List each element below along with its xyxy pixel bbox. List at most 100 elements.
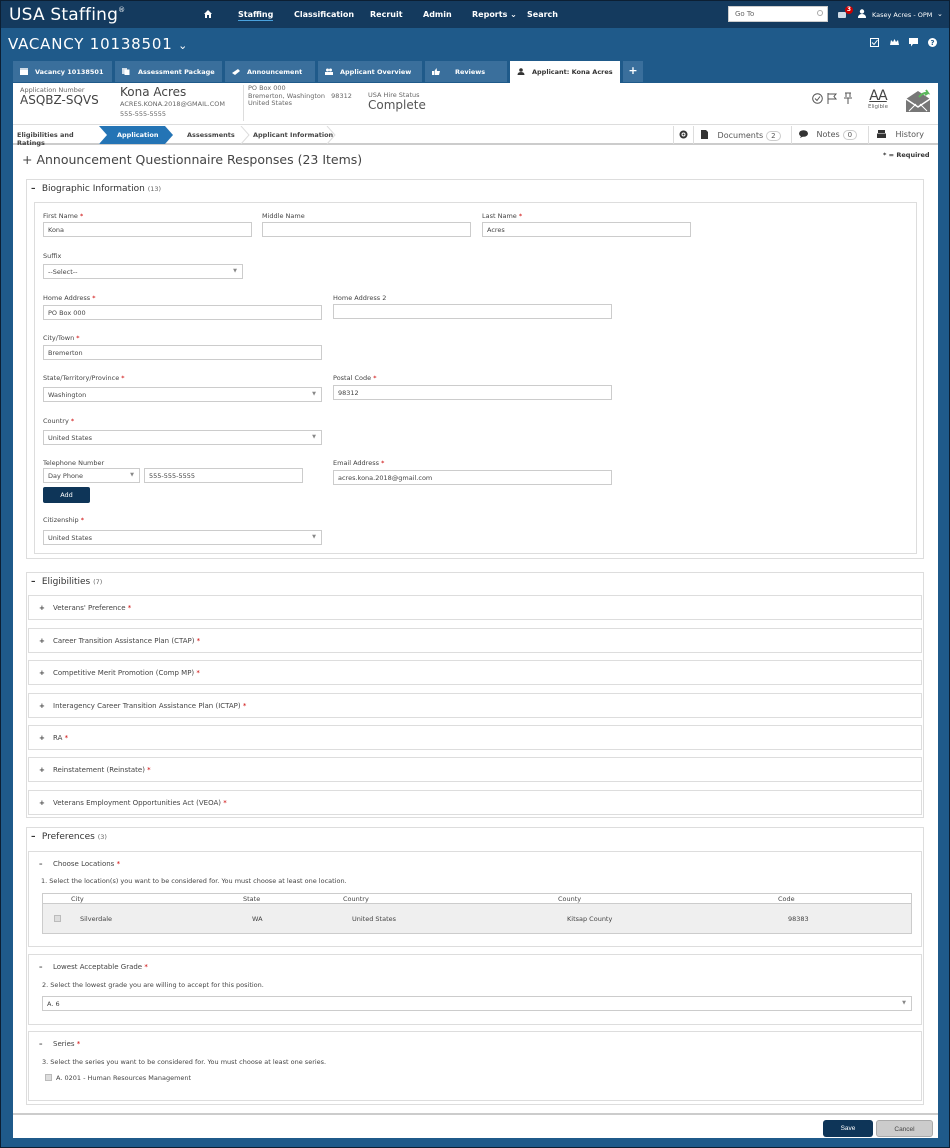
crown-icon[interactable] (890, 38, 899, 47)
brand-mark: ® (118, 6, 126, 14)
series-checkbox[interactable] (45, 1074, 52, 1081)
vacancy-title[interactable]: VACANCY 10138501 ⌄ (8, 35, 188, 53)
eligibility-item-ictap[interactable]: + Interagency Career Transition Assistanc… (28, 693, 922, 718)
top-navigation: USA Staffing® Staffing Classification Re… (1, 1, 949, 28)
nav-admin[interactable]: Admin (423, 10, 452, 19)
preferences-section-header[interactable]: – Preferences (3) (27, 832, 107, 842)
form-footer: Save Cancel (13, 1113, 938, 1138)
nav-staffing[interactable]: Staffing (238, 10, 274, 21)
eligibility-badge[interactable]: AA Eligible (868, 88, 888, 110)
chevron-down-icon[interactable]: ⌄ (937, 10, 943, 18)
flag-icon[interactable] (827, 93, 838, 104)
home-icon[interactable] (203, 9, 213, 19)
eligibility-item-ctap[interactable]: + Career Transition Assistance Plan (CTAP… (28, 628, 922, 653)
step-arrow (99, 126, 107, 144)
suffix-select[interactable]: --Select-- ▼ (43, 264, 243, 279)
state-select[interactable]: Washington ▼ (43, 387, 322, 402)
series-header[interactable]: – Series * (39, 1040, 80, 1048)
settings-button[interactable] (673, 126, 693, 144)
section-count: (13) (147, 185, 162, 193)
phone-type-select[interactable]: Day Phone ▼ (43, 468, 140, 483)
questionnaire-title[interactable]: + Announcement Questionnaire Responses (… (22, 152, 362, 167)
nav-search[interactable]: Search (527, 10, 558, 19)
nav-classification[interactable]: Classification (294, 10, 354, 19)
accordion-label: Interagency Career Transition Assistance… (53, 702, 241, 710)
email-input[interactable]: acres.kona.2018@gmail.com (333, 470, 612, 485)
eligibility-item-veoa[interactable]: + Veterans Employment Opportunities Act (… (28, 790, 922, 815)
help-icon[interactable]: ? (928, 38, 937, 47)
search-icon[interactable] (817, 10, 823, 16)
dropdown-arrow-icon: ▼ (130, 472, 134, 478)
last-name-input[interactable]: Acres (482, 222, 691, 237)
applicant-header: Application Number ASQBZ-SQVS Kona Acres… (13, 83, 938, 125)
phone-number-input[interactable]: 555-555-5555 (144, 468, 303, 483)
grade-question: 2. Select the lowest grade you are willi… (42, 981, 264, 989)
mail-icon[interactable] (838, 12, 846, 18)
country-select[interactable]: United States ▼ (43, 430, 322, 445)
email-send-icon[interactable] (905, 89, 931, 113)
documents-label: Documents (717, 131, 764, 140)
eligibility-item-comp-mp[interactable]: + Competitive Merit Promotion (Comp MP) * (28, 660, 922, 685)
location-checkbox[interactable] (54, 915, 61, 922)
save-button[interactable]: Save (823, 1120, 873, 1137)
add-tab-button[interactable]: + (623, 61, 643, 82)
postal-code-label: Postal Code * (333, 374, 377, 382)
tab-label: Assessment Package (138, 68, 215, 76)
add-phone-button[interactable]: Add (43, 487, 90, 503)
nav-reports[interactable]: Reports ⌄ (472, 10, 517, 19)
column-header-state: State (243, 895, 261, 903)
brand-logo[interactable]: USA Staffing® (9, 5, 125, 25)
documents-button[interactable]: Documents 2 (693, 126, 791, 144)
svg-text:?: ? (930, 39, 934, 47)
home-address2-input[interactable] (333, 304, 612, 319)
pin-icon[interactable] (843, 92, 853, 104)
label-text: Home Address (43, 294, 91, 302)
check-circle-icon[interactable] (812, 93, 823, 104)
tab-announcement[interactable]: Announcement (225, 61, 315, 82)
city-input[interactable]: Bremerton (43, 345, 322, 360)
label-text: Email Address (333, 459, 379, 467)
collapse-icon: – (31, 577, 36, 587)
nav-recruit[interactable]: Recruit (370, 10, 403, 19)
postal-code-input[interactable]: 98312 (333, 385, 612, 400)
hire-status-value: Complete (368, 98, 426, 112)
dropdown-arrow-icon: ▼ (312, 534, 316, 540)
goto-input[interactable]: Go To (728, 6, 828, 22)
tab-reviews[interactable]: Reviews (425, 61, 507, 82)
step-eligibilities-and-ratings[interactable]: Eligibilities and Ratings (17, 126, 99, 147)
notes-button[interactable]: Notes 0 (791, 126, 868, 144)
lowest-grade-subsection: – Lowest Acceptable Grade * 2. Select the… (28, 954, 922, 1025)
table-header: City State Country County Code (43, 894, 911, 904)
comment-icon[interactable] (909, 38, 918, 47)
eligibilities-section-header[interactable]: – Eligibilities (7) (27, 577, 102, 587)
history-button[interactable]: History (868, 126, 938, 144)
applicant-name: Kona Acres (120, 85, 187, 99)
lowest-grade-header[interactable]: – Lowest Acceptable Grade * (39, 963, 148, 971)
user-menu[interactable]: Kasey Acres - OPM (872, 11, 932, 19)
collapse-icon: – (39, 963, 43, 971)
tab-assessment-package[interactable]: Assessment Package (115, 61, 222, 82)
tab-applicant-kona-acres[interactable]: Applicant: Kona Acres (510, 61, 620, 84)
choose-locations-header[interactable]: – Choose Locations * (39, 860, 120, 868)
checklist-icon[interactable] (870, 38, 879, 47)
step-assessments[interactable]: Assessments (187, 126, 247, 144)
tab-applicant-overview[interactable]: Applicant Overview (318, 61, 422, 82)
home-address-input[interactable]: PO Box 000 (43, 305, 322, 320)
email-label: Email Address * (333, 459, 385, 467)
eligibility-item-ra[interactable]: + RA * (28, 725, 922, 750)
tab-vacancy[interactable]: Vacancy 10138501 (13, 61, 112, 82)
section-title: Eligibilities (41, 577, 91, 587)
gear-icon (679, 130, 688, 139)
megaphone-icon (232, 69, 240, 75)
biographic-section-header[interactable]: – Biographic Information (13) (27, 184, 161, 194)
citizenship-select[interactable]: United States ▼ (43, 530, 322, 545)
first-name-input[interactable]: Kona (43, 222, 252, 237)
step-application[interactable]: Application (99, 126, 165, 144)
eligibility-item-reinstate[interactable]: + Reinstatement (Reinstate) * (28, 757, 922, 782)
mail-count-badge: 3 (845, 6, 853, 14)
accordion-label: Veterans Employment Opportunities Act (V… (53, 799, 221, 807)
middle-name-input[interactable] (262, 222, 471, 237)
cancel-button[interactable]: Cancel (876, 1120, 933, 1137)
eligibility-item-veterans-preference[interactable]: + Veterans' Preference * (28, 595, 922, 620)
grade-select[interactable]: A. 6 ▼ (42, 996, 912, 1011)
